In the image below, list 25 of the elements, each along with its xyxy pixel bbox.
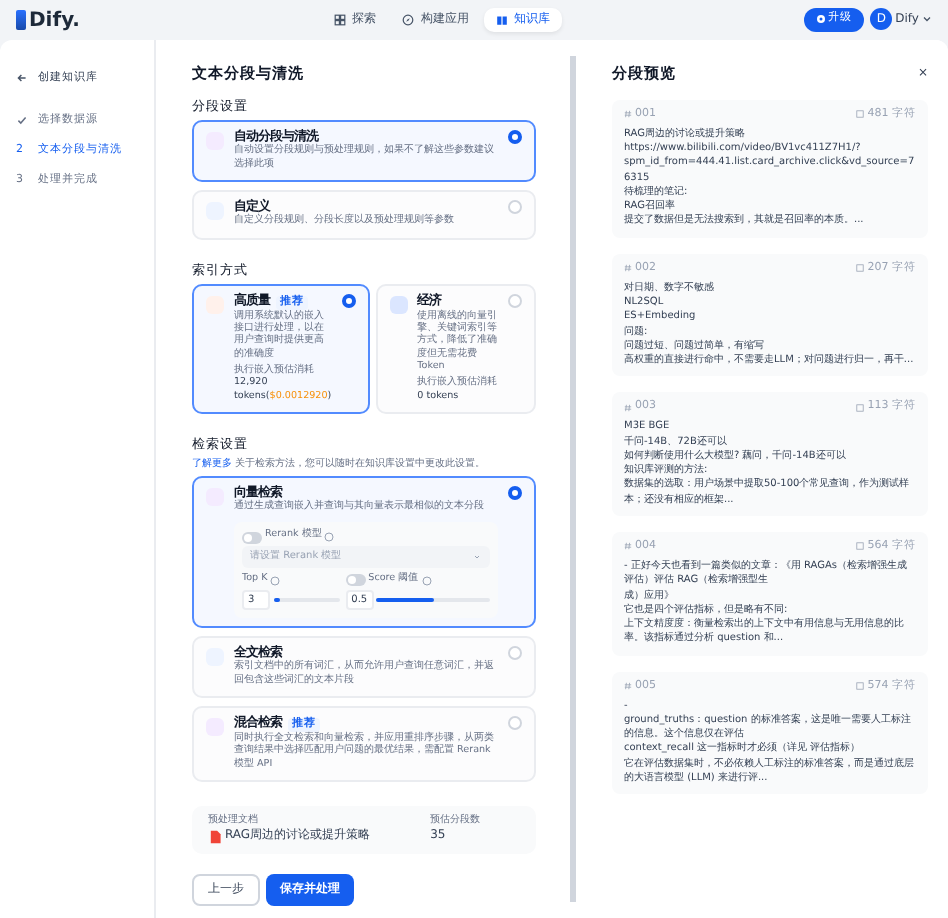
- radio-button[interactable]: [508, 130, 522, 145]
- hash-icon: [624, 403, 632, 412]
- pdf-file-icon: [208, 829, 222, 844]
- info-icon: [421, 575, 432, 586]
- toggle-switch[interactable]: [242, 531, 262, 544]
- radio-button[interactable]: [508, 485, 522, 500]
- info-icon: [324, 532, 335, 543]
- logo-icon: [16, 10, 26, 30]
- hash-icon: [624, 110, 632, 119]
- rocket-icon: [815, 14, 826, 25]
- caret-icon: [922, 14, 932, 25]
- info-icon: [270, 575, 281, 586]
- hash-icon: [624, 264, 632, 273]
- book-icon: [495, 13, 508, 26]
- radio-button[interactable]: [341, 294, 356, 309]
- toggle-switch[interactable]: [345, 574, 366, 587]
- slider-fill[interactable]: [376, 598, 434, 603]
- slider-fill[interactable]: [273, 598, 280, 603]
- hash-icon: [624, 682, 632, 691]
- logo-text: Dify.: [29, 7, 80, 33]
- option-icon: [389, 296, 408, 315]
- back-arrow-icon: [16, 72, 28, 84]
- compass-icon: [402, 13, 415, 26]
- hash-icon: [624, 542, 632, 551]
- grid-icon: [333, 13, 346, 26]
